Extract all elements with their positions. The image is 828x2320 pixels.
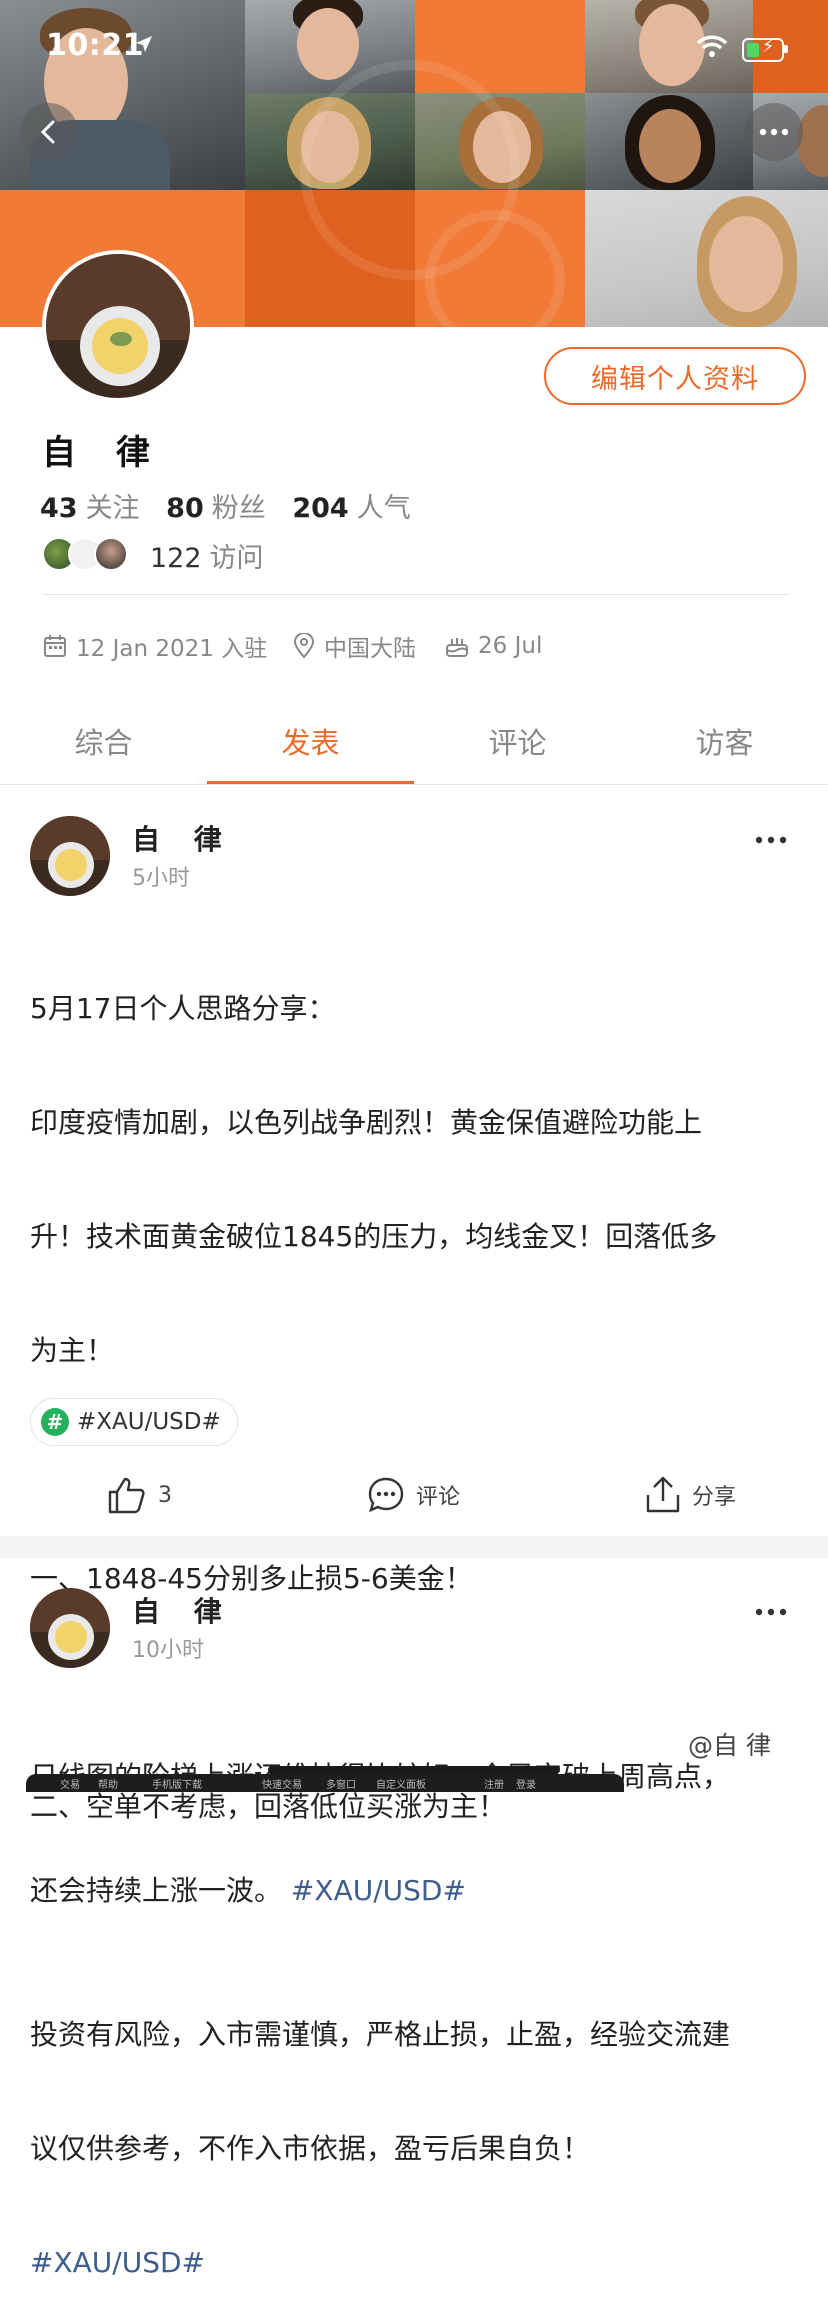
- visits-count: 122: [150, 543, 202, 574]
- join-date: 12 Jan 2021 入驻: [42, 628, 267, 664]
- more-options-button[interactable]: [745, 103, 803, 161]
- preview-menu-item: 快速交易: [262, 1780, 302, 1791]
- tab-overview[interactable]: 综合: [0, 715, 207, 785]
- thumbs-up-icon: [108, 1477, 145, 1514]
- watermark: @自 律: [688, 1726, 771, 1762]
- post-more-button[interactable]: [754, 1590, 788, 1625]
- comment-button[interactable]: 评论: [366, 1470, 460, 1520]
- preview-menu-item: 帮助: [98, 1780, 118, 1791]
- tab-comments[interactable]: 评论: [414, 715, 621, 785]
- post-author-name[interactable]: 自 律: [132, 1590, 234, 1630]
- profile-stats: 43 关注 80 粉丝 204 人气: [40, 486, 411, 525]
- divider: [42, 594, 790, 595]
- preview-menu-item: 登录: [516, 1780, 536, 1791]
- popularity-label: 人气: [356, 493, 411, 524]
- like-button[interactable]: 3: [106, 1470, 172, 1520]
- like-count: 3: [158, 1482, 172, 1508]
- status-time: 10:21: [46, 28, 144, 63]
- birthday-cake-icon: [446, 638, 468, 657]
- post-image-preview[interactable]: 交易 帮助 手机版下载 快速交易 多窗口 自定义面板 注册 登录: [26, 1774, 624, 1792]
- post-line: 为主！: [30, 1334, 115, 1367]
- back-button[interactable]: [20, 103, 78, 161]
- post-line: 议仅供参考，不作入市依据，盈亏后果自负！: [30, 2132, 591, 2165]
- recent-visitors-avatars[interactable]: [42, 536, 128, 572]
- watermark-text: @自 律: [688, 1731, 771, 1760]
- post-timestamp: 5小时: [132, 866, 190, 891]
- post-separator: [0, 1536, 828, 1558]
- edit-profile-button[interactable]: 编辑个人资料: [544, 347, 806, 405]
- post-author-name[interactable]: 自 律: [132, 818, 234, 858]
- divider: [0, 784, 828, 785]
- post-line: 5月17日个人思路分享：: [30, 992, 336, 1025]
- more-dots-icon: [755, 1608, 787, 1616]
- topic-tag-label: #XAU/USD#: [77, 1409, 221, 1435]
- profile-avatar[interactable]: [42, 250, 194, 402]
- preview-menu-item: 自定义面板: [376, 1780, 426, 1791]
- preview-menu-item: 注册: [484, 1780, 504, 1791]
- visits-stat[interactable]: 122 访问: [150, 536, 264, 575]
- post-line: 投资有风险，入市需谨慎，严格止损，止盈，经验交流建: [30, 2018, 731, 2051]
- location-arrow-icon: [134, 34, 156, 56]
- birthday-text: 26 Jul: [478, 633, 543, 659]
- post-content[interactable]: 日线图的阶梯上涨还维持得比较好，今早突破上周高点， 还会持续上涨一波。 #XAU…: [30, 1682, 800, 1948]
- join-date-text: 12 Jan 2021 入驻: [76, 636, 268, 662]
- share-label: 分享: [692, 1485, 737, 1510]
- comment-label: 评论: [416, 1485, 461, 1510]
- visitor-avatar: [94, 537, 128, 571]
- post-author-avatar[interactable]: [30, 816, 110, 896]
- post-line: 升！技术面黄金破位1845的压力，均线金叉！回落低多: [30, 1220, 718, 1253]
- cover-photo-tile: [585, 190, 828, 327]
- profile-name: 自 律: [42, 433, 164, 473]
- preview-menu-item: 手机版下载: [152, 1780, 202, 1791]
- tab-visitors[interactable]: 访客: [621, 715, 828, 785]
- wifi-icon: [696, 34, 728, 62]
- post-hashtag-link[interactable]: #XAU/USD#: [30, 2244, 800, 2282]
- post-line: 还会持续上涨一波。 #XAU/USD#: [30, 1872, 800, 1910]
- more-dots-icon: [755, 836, 787, 844]
- charging-bolt-icon: ⚡: [762, 36, 775, 57]
- post-hashtag-link[interactable]: #XAU/USD#: [291, 1874, 466, 1907]
- more-dots-icon: [759, 128, 789, 136]
- location-text: 中国大陆: [324, 636, 416, 662]
- preview-menu-item: 多窗口: [326, 1780, 356, 1791]
- location-pin-icon: [293, 633, 315, 659]
- popularity-count: 204: [292, 493, 349, 524]
- share-button[interactable]: 分享: [644, 1470, 736, 1520]
- post-more-button[interactable]: [754, 818, 788, 853]
- preview-menu-item: 交易: [60, 1780, 80, 1791]
- tab-posts[interactable]: 发表: [207, 715, 414, 785]
- followers-label[interactable]: 粉丝: [212, 493, 266, 524]
- cover-pattern-ring: [300, 60, 520, 280]
- share-icon: [646, 1476, 680, 1513]
- following-label[interactable]: 关注: [86, 493, 140, 524]
- home-indicator[interactable]: [268, 1766, 560, 1774]
- post-line-text: 还会持续上涨一波。: [30, 1874, 283, 1907]
- hashtag-icon: #: [41, 1408, 69, 1436]
- followers-count[interactable]: 80: [166, 493, 204, 524]
- battery-cap: [784, 45, 788, 53]
- post-author-avatar[interactable]: [30, 1588, 110, 1668]
- visits-label: 访问: [209, 543, 264, 574]
- post-line: 印度疫情加剧，以色列战争剧烈！黄金保值避险功能上: [30, 1106, 703, 1139]
- chevron-left-icon: [40, 120, 55, 144]
- cover-photo-tile: [585, 93, 753, 190]
- topic-tag-chip[interactable]: # #XAU/USD#: [30, 1398, 238, 1446]
- comment-bubble-icon: [368, 1477, 404, 1513]
- calendar-icon: [44, 635, 66, 657]
- post-timestamp: 10小时: [132, 1638, 204, 1663]
- profile-tabs: 综合 发表 评论 访客: [0, 715, 828, 785]
- birthday: 26 Jul: [444, 628, 542, 664]
- location: 中国大陆: [292, 628, 416, 664]
- following-count[interactable]: 43: [40, 493, 78, 524]
